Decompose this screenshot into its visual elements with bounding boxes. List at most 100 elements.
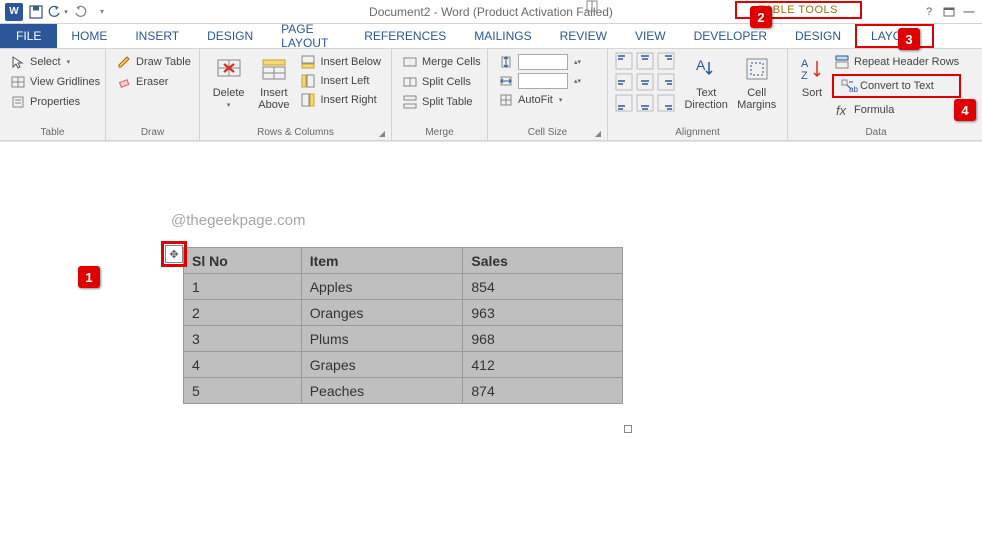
- table-header[interactable]: Sales: [463, 248, 623, 274]
- quick-access-toolbar: W ▾ ▾: [4, 2, 112, 22]
- insert-left-button[interactable]: Insert Left: [298, 72, 383, 90]
- table-cell[interactable]: Apples: [301, 274, 463, 300]
- table-cell[interactable]: Oranges: [301, 300, 463, 326]
- insert-below-button[interactable]: Insert Below: [298, 53, 383, 71]
- insert-above-button[interactable]: Insert Above: [253, 53, 294, 111]
- height-input[interactable]: ▴▾: [496, 53, 583, 71]
- draw-table-button[interactable]: Draw Table: [114, 53, 193, 71]
- document-table[interactable]: Sl No Item Sales 1Apples8542Oranges9633P…: [183, 247, 623, 404]
- autofit-button[interactable]: AutoFit▾: [496, 91, 564, 109]
- insert-above-icon: [258, 53, 290, 85]
- table-header-row[interactable]: Sl No Item Sales: [184, 248, 623, 274]
- tab-file[interactable]: FILE: [0, 24, 57, 48]
- eraser-button[interactable]: Eraser: [114, 73, 170, 91]
- split-cells-button[interactable]: Split Cells: [400, 73, 473, 91]
- table-resize-handle-icon[interactable]: [624, 425, 632, 433]
- align-bot-left-icon[interactable]: [616, 95, 632, 111]
- redo-icon[interactable]: [70, 2, 90, 22]
- select-button[interactable]: Select▾: [8, 53, 72, 71]
- tab-insert[interactable]: INSERT: [121, 24, 193, 48]
- table-cell[interactable]: 5: [184, 378, 302, 404]
- view-gridlines-button[interactable]: View Gridlines: [8, 73, 102, 91]
- callout-4: 4: [954, 99, 976, 121]
- convert-to-text-button[interactable]: abConvert to Text: [832, 74, 961, 98]
- align-mid-left-icon[interactable]: [616, 74, 632, 90]
- tab-view[interactable]: VIEW: [621, 24, 680, 48]
- table-cell[interactable]: 874: [463, 378, 623, 404]
- ribbon-tabs: FILE HOME INSERT DESIGN PAGE LAYOUT REFE…: [0, 24, 982, 49]
- minimize-icon[interactable]: —: [960, 3, 978, 21]
- align-mid-center-icon[interactable]: [637, 74, 653, 90]
- group-draw: Draw Table Eraser Draw: [106, 49, 200, 140]
- table-cell[interactable]: Peaches: [301, 378, 463, 404]
- table-cell[interactable]: 412: [463, 352, 623, 378]
- distribute-cols-icon[interactable]: [584, 0, 600, 14]
- table-cell[interactable]: Grapes: [301, 352, 463, 378]
- group-rows-columns: Delete▾ Insert Above Insert Below Insert…: [200, 49, 392, 140]
- table-header[interactable]: Sl No: [184, 248, 302, 274]
- delete-button[interactable]: Delete▾: [208, 53, 249, 109]
- width-input[interactable]: ▴▾: [496, 72, 583, 90]
- sort-button[interactable]: AZ Sort: [796, 53, 828, 99]
- callout-2: 2: [750, 6, 772, 28]
- help-icon[interactable]: ?: [920, 3, 938, 21]
- group-table: Select▾ View Gridlines Properties Table: [0, 49, 106, 140]
- align-top-right-icon[interactable]: [658, 53, 674, 69]
- table-move-handle-icon[interactable]: ✥: [165, 245, 183, 263]
- tab-design[interactable]: DESIGN: [193, 24, 267, 48]
- align-bot-right-icon[interactable]: [658, 95, 674, 111]
- group-label-merge: Merge: [400, 126, 479, 138]
- table-cell[interactable]: Plums: [301, 326, 463, 352]
- table-cell[interactable]: 3: [184, 326, 302, 352]
- dialog-launcher-icon[interactable]: ◢: [595, 129, 601, 138]
- merge-cells-icon: [402, 54, 418, 70]
- table-row[interactable]: 2Oranges963: [184, 300, 623, 326]
- tab-page-layout[interactable]: PAGE LAYOUT: [267, 24, 350, 48]
- svg-text:ab: ab: [849, 85, 858, 94]
- ribbon: Select▾ View Gridlines Properties Table …: [0, 49, 982, 141]
- tab-mailings[interactable]: MAILINGS: [460, 24, 545, 48]
- qat-customize-icon[interactable]: ▾: [92, 2, 112, 22]
- save-icon[interactable]: [26, 2, 46, 22]
- text-direction-button[interactable]: A Text Direction: [682, 53, 730, 111]
- align-top-left-icon[interactable]: [616, 53, 632, 69]
- split-table-button[interactable]: Split Table: [400, 93, 475, 111]
- merge-cells-button[interactable]: Merge Cells: [400, 53, 483, 71]
- table-cell[interactable]: 854: [463, 274, 623, 300]
- insert-right-button[interactable]: Insert Right: [298, 91, 383, 109]
- undo-icon[interactable]: ▾: [48, 2, 68, 22]
- ribbon-display-icon[interactable]: [940, 3, 958, 21]
- group-label-cell-size: Cell Size◢: [496, 126, 599, 138]
- split-cells-icon: [402, 74, 418, 90]
- table-row[interactable]: 4Grapes412: [184, 352, 623, 378]
- tab-references[interactable]: REFERENCES: [350, 24, 460, 48]
- repeat-header-rows-button[interactable]: Repeat Header Rows: [832, 53, 961, 71]
- tab-table-layout[interactable]: LAYOUT: [855, 24, 934, 48]
- alignment-grid[interactable]: [616, 53, 678, 115]
- table-header[interactable]: Item: [301, 248, 463, 274]
- align-mid-right-icon[interactable]: [658, 74, 674, 90]
- cell-margins-button[interactable]: Cell Margins: [734, 53, 779, 111]
- col-width-icon: [498, 73, 514, 89]
- table-row[interactable]: 1Apples854: [184, 274, 623, 300]
- dialog-launcher-icon[interactable]: ◢: [379, 129, 385, 138]
- split-table-icon: [402, 94, 418, 110]
- tab-home[interactable]: HOME: [57, 24, 121, 48]
- table-cell[interactable]: 2: [184, 300, 302, 326]
- insert-right-icon: [300, 92, 316, 108]
- table-row[interactable]: 3Plums968: [184, 326, 623, 352]
- delete-icon: [213, 53, 245, 85]
- properties-button[interactable]: Properties: [8, 93, 82, 111]
- formula-button[interactable]: fxFormula: [832, 101, 961, 119]
- table-cell[interactable]: 963: [463, 300, 623, 326]
- table-cell[interactable]: 968: [463, 326, 623, 352]
- tab-table-design[interactable]: DESIGN: [781, 24, 855, 48]
- align-top-center-icon[interactable]: [637, 53, 653, 69]
- table-cell[interactable]: 1: [184, 274, 302, 300]
- table-row[interactable]: 5Peaches874: [184, 378, 623, 404]
- app-word-icon[interactable]: W: [4, 2, 24, 22]
- group-cell-size: ▴▾ ▴▾ AutoFit▾ Cell Size◢: [488, 49, 608, 140]
- align-bot-center-icon[interactable]: [637, 95, 653, 111]
- table-cell[interactable]: 4: [184, 352, 302, 378]
- tab-review[interactable]: REVIEW: [546, 24, 621, 48]
